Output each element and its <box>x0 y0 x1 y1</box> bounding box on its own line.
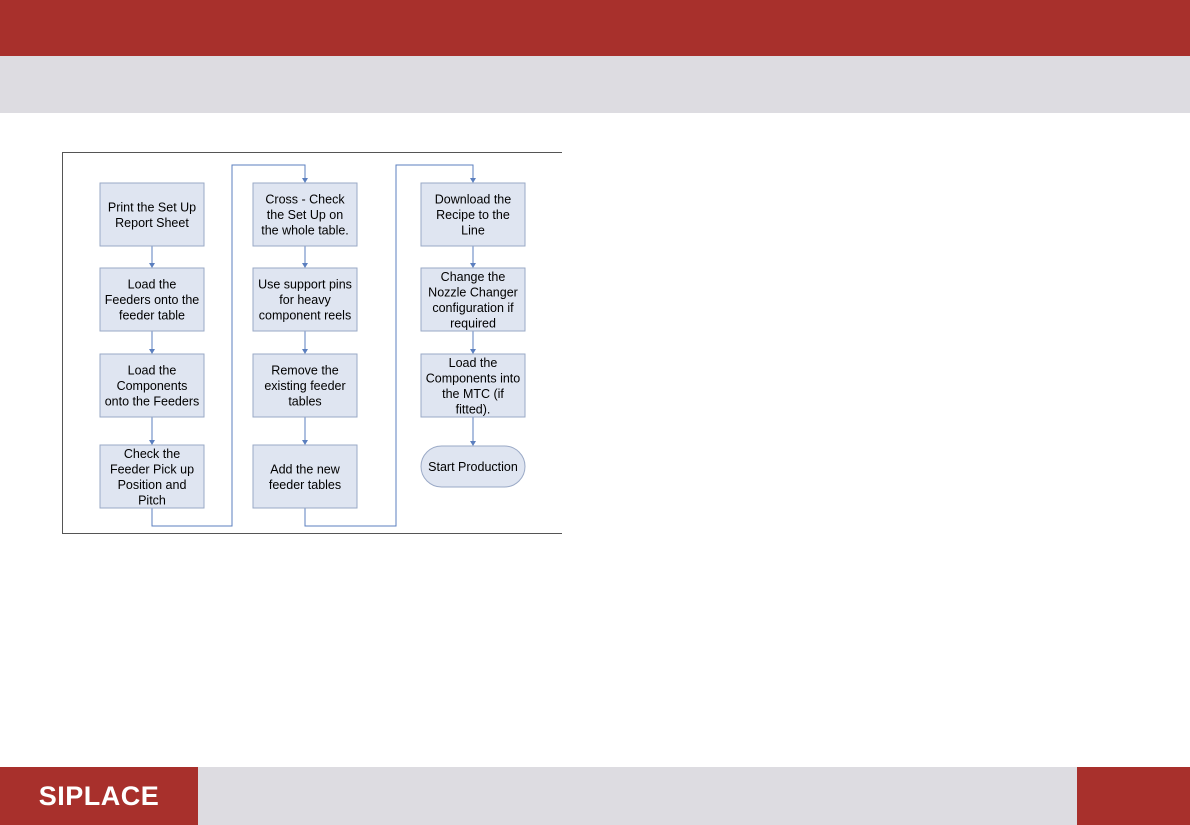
process-box: Load theFeeders onto the feeder table <box>99 267 205 332</box>
step-text: Recipe to the <box>436 208 510 222</box>
step-text: feeder table <box>119 309 185 323</box>
step-text: required <box>450 316 496 330</box>
step-text: Components into <box>426 371 521 385</box>
step-text: fitted). <box>456 402 491 416</box>
arrowhead <box>470 178 476 183</box>
step-text: the MTC (if <box>442 387 504 401</box>
step-text: Load the <box>128 364 177 378</box>
step-text: Check the <box>124 447 180 461</box>
process-box-shape <box>252 444 358 509</box>
step-text: the whole table. <box>261 224 349 238</box>
step-text: the Set Up on <box>267 208 343 222</box>
flowchart-nodes: Print the Set UpReport SheetLoad theFeed… <box>99 182 526 509</box>
process-box: Add the new feeder tables <box>252 444 358 509</box>
process-box: Load theComponents onto the Feeders <box>99 353 205 418</box>
step-text: component reels <box>259 309 351 323</box>
step-text: Load the <box>128 278 177 292</box>
step-text: existing feeder <box>264 379 345 393</box>
arrowhead <box>470 263 476 268</box>
footer-accent <box>1077 767 1190 825</box>
arrowhead <box>149 440 155 445</box>
step-text: Feeder Pick up <box>110 462 194 476</box>
step-text: Load the <box>449 356 498 370</box>
step-text: Report Sheet <box>115 216 189 230</box>
header-bar <box>0 0 1190 56</box>
step-text: Add the new <box>270 462 340 476</box>
process-box-shape <box>99 182 205 247</box>
step-text: Nozzle Changer <box>428 285 518 299</box>
flowchart: Print the Set UpReport SheetLoad theFeed… <box>62 152 562 534</box>
process-box: Remove theexisting feeder tables <box>252 353 358 418</box>
arrowhead <box>149 349 155 354</box>
process-box: Use support pinsfor heavy component reels <box>252 267 358 332</box>
step-text: Print the Set Up <box>108 200 196 214</box>
step-text: Components <box>117 379 188 393</box>
step-text: onto the Feeders <box>105 395 200 409</box>
process-box: Check theFeeder Pick up Position andPitch <box>99 444 205 509</box>
step-text: Cross - Check <box>265 193 345 207</box>
arrowhead <box>470 349 476 354</box>
process-box: Print the Set Up Report Sheet <box>99 182 205 247</box>
process-box: Load theComponents into the MTC (iffitted… <box>420 353 526 418</box>
terminal-text: Start Production <box>428 460 518 474</box>
logo-text: SIPLACE <box>38 780 160 811</box>
step-text: Line <box>461 224 485 238</box>
arrowhead <box>302 349 308 354</box>
arrowhead <box>302 263 308 268</box>
process-box: Change theNozzle Changer configuration if… <box>420 267 526 332</box>
step-text: Change the <box>441 270 506 284</box>
terminal-node: Start Production <box>420 445 526 488</box>
step-text: for heavy <box>279 293 331 307</box>
step-text: Remove the <box>271 364 338 378</box>
arrowhead <box>302 440 308 445</box>
step-text: feeder tables <box>269 478 341 492</box>
step-text: tables <box>288 395 321 409</box>
step-text: Download the <box>435 193 511 207</box>
subheader-bar <box>0 56 1190 113</box>
step-text: Use support pins <box>258 278 352 292</box>
step-text: configuration if <box>432 301 514 315</box>
step-text: Position and <box>118 478 187 492</box>
footer-bar <box>198 767 1077 825</box>
step-text: Pitch <box>138 493 166 507</box>
process-box: Cross - Checkthe Set Up on the whole tabl… <box>252 182 358 247</box>
arrowhead <box>302 178 308 183</box>
arrowhead <box>470 441 476 446</box>
process-box: Download theRecipe to the Line <box>420 182 526 247</box>
step-text: Feeders onto the <box>105 293 200 307</box>
siplace-logo: SIPLACE <box>0 767 198 825</box>
arrowhead <box>149 263 155 268</box>
